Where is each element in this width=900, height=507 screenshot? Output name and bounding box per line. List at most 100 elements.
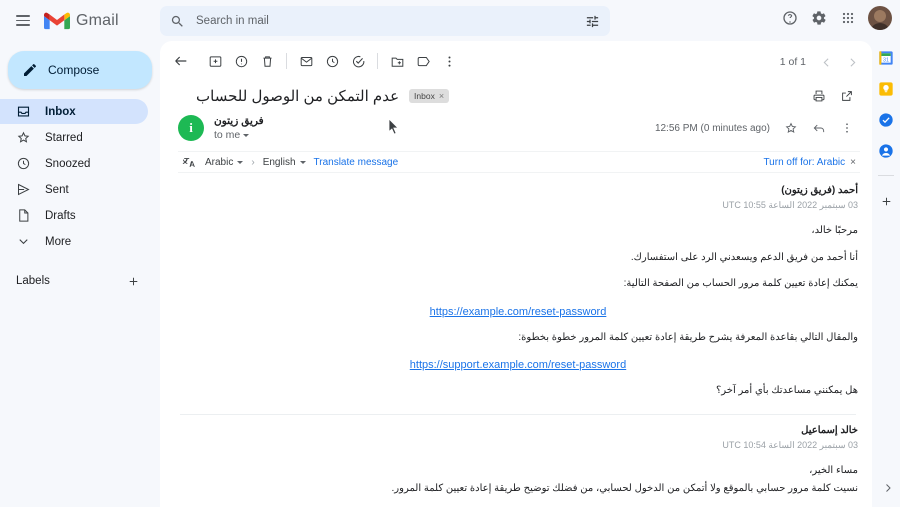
gmail-window: Gmail Search in mail Compose Inbox Starr… — [0, 0, 900, 507]
page-title: عدم التمكن من الوصول للحساب — [196, 88, 400, 105]
message-timestamp: 12:56 PM (0 minutes ago) — [654, 122, 770, 134]
mark-unread-icon[interactable] — [293, 48, 319, 74]
target-language-value: English — [262, 156, 296, 168]
toolbar-divider — [377, 53, 378, 69]
sidebar-item-label: Drafts — [45, 209, 76, 222]
delete-icon[interactable] — [254, 48, 280, 74]
support-article-link[interactable]: https://support.example.com/reset-passwo… — [178, 359, 858, 371]
chevron-down-icon — [237, 160, 244, 164]
add-to-tasks-icon[interactable] — [345, 48, 371, 74]
compose-button[interactable]: Compose — [8, 51, 152, 89]
sidebar-item-inbox[interactable]: Inbox — [0, 99, 148, 124]
more-options-icon[interactable] — [436, 48, 462, 74]
hamburger-icon[interactable] — [8, 6, 38, 36]
source-language-select[interactable]: Arabic — [205, 157, 244, 168]
google-calendar-icon[interactable]: 31 — [878, 49, 895, 66]
avatar-letter: i — [189, 120, 193, 135]
document-icon — [16, 208, 31, 223]
subject-row: عدم التمكن من الوصول للحساب Inbox × — [160, 73, 872, 105]
sidebar-item-label: Snoozed — [45, 157, 91, 170]
mail-toolbar: 1 of 1 — [160, 41, 872, 73]
search-bar[interactable] — [160, 6, 610, 36]
message-date: 03 سبتمبر 2022 الساعة 10:55 UTC — [722, 200, 858, 210]
mail-panel: 1 of 1 عدم التمكن من الوصول للحساب Inbox… — [160, 41, 872, 507]
chevron-down-icon — [16, 234, 31, 249]
chevron-right-icon[interactable] — [882, 482, 894, 497]
more-options-icon[interactable] — [834, 115, 860, 141]
sidebar-item-sent[interactable]: Sent — [0, 177, 148, 202]
recipient-label: to me — [214, 129, 241, 141]
sidebar-item-more[interactable]: More — [0, 229, 148, 254]
sender-name: فريق زيتون — [214, 115, 264, 127]
label-chip-inbox[interactable]: Inbox × — [409, 89, 450, 103]
recipient-toggle[interactable]: to me — [214, 129, 264, 141]
sidebar-item-drafts[interactable]: Drafts — [0, 203, 148, 228]
chevron-left-icon[interactable] — [814, 50, 838, 74]
sidebar-item-label: Inbox — [45, 105, 76, 118]
translate-message-button[interactable]: Translate message — [314, 157, 399, 168]
sidebar: Compose Inbox Starred Snoozed Sent Draft… — [0, 41, 160, 507]
star-icon — [16, 130, 31, 145]
send-icon — [16, 182, 31, 197]
archive-icon[interactable] — [202, 48, 228, 74]
message-paragraph: أنا أحمد من فريق الدعم ويسعدني الرد على … — [630, 251, 858, 263]
close-icon[interactable]: × — [439, 91, 444, 101]
message-paragraph: مرحبًا خالد، — [811, 225, 858, 236]
close-icon[interactable]: × — [850, 157, 856, 168]
gmail-logo[interactable]: Gmail — [44, 11, 119, 31]
move-to-icon[interactable] — [384, 48, 410, 74]
label-chip-text: Inbox — [414, 91, 435, 101]
sidebar-item-snoozed[interactable]: Snoozed — [0, 151, 148, 176]
chevron-right-icon[interactable] — [840, 50, 864, 74]
message-paragraph: مساء الخير، — [809, 464, 858, 476]
snooze-icon[interactable] — [319, 48, 345, 74]
message-actions: 12:56 PM (0 minutes ago) — [655, 115, 860, 141]
labels-icon[interactable] — [410, 48, 436, 74]
pencil-icon — [24, 63, 36, 76]
apps-grid-icon[interactable] — [835, 5, 861, 31]
tune-filter-icon[interactable] — [585, 14, 600, 29]
sender-row: i فريق زيتون to me 12:56 PM (0 minutes a… — [160, 105, 872, 141]
gmail-m-icon — [44, 12, 70, 29]
sidebar-item-label: More — [45, 235, 72, 248]
settings-icon[interactable] — [806, 5, 832, 31]
back-arrow-icon[interactable] — [168, 48, 194, 74]
chevron-down-icon — [243, 133, 250, 137]
message-body: أحمد (فريق زيتون) 03 سبتمبر 2022 الساعة … — [160, 173, 872, 507]
right-side-panel: 31 — [872, 41, 900, 507]
arrow-separator: › — [251, 156, 255, 168]
add-side-panel-app-button[interactable] — [877, 192, 895, 210]
reset-password-link[interactable]: https://example.com/reset-password — [178, 306, 858, 318]
brand-name: Gmail — [76, 11, 119, 29]
clock-icon — [16, 156, 31, 171]
plus-icon[interactable] — [124, 272, 142, 290]
help-icon[interactable] — [777, 5, 803, 31]
pagination: 1 of 1 — [780, 50, 864, 74]
toolbar-divider — [286, 53, 287, 69]
avatar[interactable]: i — [178, 115, 204, 141]
search-input[interactable] — [194, 14, 585, 28]
compose-label: Compose — [48, 63, 100, 77]
top-bar: Gmail — [0, 0, 900, 41]
turn-off-translate-button[interactable]: Turn off for: Arabic — [763, 157, 845, 168]
google-keep-icon[interactable] — [878, 80, 895, 97]
report-spam-icon[interactable] — [228, 48, 254, 74]
sidebar-item-starred[interactable]: Starred — [0, 125, 148, 150]
svg-text:31: 31 — [883, 57, 889, 63]
translate-bar: Arabic › English Translate message Turn … — [178, 151, 860, 173]
rail-divider — [878, 175, 894, 176]
google-tasks-icon[interactable] — [878, 111, 895, 128]
chevron-down-icon — [299, 160, 306, 164]
account-avatar[interactable] — [868, 6, 892, 30]
reply-icon[interactable] — [806, 115, 832, 141]
labels-section-header: Labels — [16, 272, 142, 290]
pagination-text: 1 of 1 — [779, 56, 806, 68]
star-icon[interactable] — [778, 115, 804, 141]
translate-right-actions: Turn off for: Arabic × — [763, 157, 856, 168]
target-language-select[interactable]: English — [263, 157, 306, 168]
search-icon — [171, 15, 183, 27]
google-contacts-icon[interactable] — [878, 142, 895, 159]
message-paragraph: نسيت كلمة مرور حسابي بالموقع ولا أتمكن م… — [391, 483, 858, 494]
labels-title: Labels — [16, 275, 50, 287]
message-block: أحمد (فريق زيتون) 03 سبتمبر 2022 الساعة … — [178, 185, 858, 398]
